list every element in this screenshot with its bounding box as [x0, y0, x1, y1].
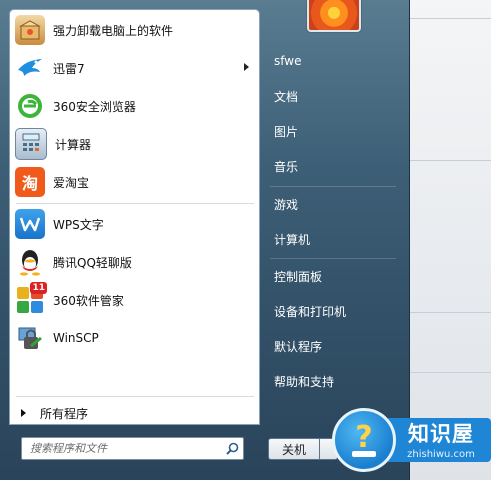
place-music[interactable]: 音乐	[266, 152, 400, 180]
place-label: sfwe	[274, 54, 302, 68]
watermark-question-mark: ?	[355, 420, 372, 455]
expand-arrow-icon	[21, 409, 26, 417]
winscp-icon	[15, 323, 45, 353]
qq-penguin-icon	[15, 247, 45, 277]
shutdown-button[interactable]: 关机	[268, 438, 320, 460]
program-item-xunlei[interactable]: 迅雷7	[13, 50, 257, 86]
place-label: 计算机	[274, 232, 311, 247]
program-label: 爱淘宝	[53, 175, 90, 190]
all-programs-label: 所有程序	[40, 406, 89, 421]
watermark-title: 知识屋	[408, 422, 474, 446]
program-item-qq[interactable]: 腾讯QQ轻聊版	[13, 244, 257, 280]
desktop-line	[410, 312, 491, 313]
uninstaller-box-icon	[15, 15, 45, 45]
search-input[interactable]	[28, 438, 221, 459]
place-label: 文档	[274, 89, 299, 104]
taobao-icon: 淘	[15, 167, 45, 197]
watermark-logo: ? 知识屋 zhishiwu.com	[330, 402, 491, 480]
desktop-line	[410, 160, 491, 161]
program-item-wps-writer[interactable]: WPS文字	[13, 206, 257, 242]
all-programs-button[interactable]: 所有程序	[13, 402, 257, 424]
place-label: 游戏	[274, 197, 299, 212]
xunlei-bird-icon	[15, 53, 45, 83]
divider	[16, 396, 254, 397]
program-label: WinSCP	[53, 331, 99, 345]
divider	[270, 186, 396, 187]
place-default-programs[interactable]: 默认程序	[266, 332, 400, 360]
place-label: 图片	[274, 124, 299, 139]
user-avatar[interactable]	[307, 0, 361, 32]
place-label: 设备和打印机	[274, 304, 347, 319]
program-item-360-software-manager[interactable]: 11 360软件管家	[13, 282, 257, 318]
360-browser-icon	[15, 91, 45, 121]
program-label: 迅雷7	[53, 61, 85, 76]
shutdown-label: 关机	[281, 442, 306, 457]
place-control-panel[interactable]: 控制面板	[266, 262, 400, 290]
place-label: 帮助和支持	[274, 374, 335, 389]
submenu-arrow-icon	[244, 63, 249, 71]
divider	[16, 203, 254, 204]
place-devices-printers[interactable]: 设备和打印机	[266, 297, 400, 325]
program-label: WPS文字	[53, 217, 104, 232]
place-label: 音乐	[274, 159, 299, 174]
place-user-folder[interactable]: sfwe	[266, 47, 400, 75]
calculator-icon	[15, 128, 47, 160]
place-games[interactable]: 游戏	[266, 190, 400, 218]
program-item-taobao[interactable]: 淘 爱淘宝	[13, 164, 257, 200]
place-label: 默认程序	[274, 339, 323, 354]
watermark-subtitle: zhishiwu.com	[407, 449, 475, 460]
program-label: 腾讯QQ轻聊版	[53, 255, 132, 270]
program-label: 强力卸载电脑上的软件	[53, 23, 174, 38]
place-label: 控制面板	[274, 269, 323, 284]
desktop-line	[410, 372, 491, 373]
program-item-winscp[interactable]: WinSCP	[13, 320, 257, 356]
wps-writer-icon	[15, 209, 45, 239]
divider	[270, 258, 396, 259]
place-computer[interactable]: 计算机	[266, 225, 400, 253]
place-help-support[interactable]: 帮助和支持	[266, 367, 400, 395]
update-count-badge: 11	[30, 282, 47, 294]
program-label: 360安全浏览器	[53, 99, 136, 114]
watermark-bubble-icon: ?	[332, 408, 396, 472]
programs-pane: 强力卸载电脑上的软件 迅雷7 360安全浏览器 计算器 淘 爱淘宝 WPS文字 …	[9, 9, 260, 425]
program-label: 360软件管家	[53, 293, 124, 308]
program-item-360-browser[interactable]: 360安全浏览器	[13, 88, 257, 124]
desktop-line	[410, 18, 491, 19]
place-pictures[interactable]: 图片	[266, 117, 400, 145]
place-documents[interactable]: 文档	[266, 82, 400, 110]
program-item-uninstaller[interactable]: 强力卸载电脑上的软件	[13, 12, 257, 48]
search-icon[interactable]	[221, 439, 243, 458]
program-label: 计算器	[55, 137, 92, 152]
program-item-calculator[interactable]: 计算器	[13, 126, 257, 162]
360-software-manager-icon: 11	[15, 282, 47, 315]
search-box[interactable]	[21, 437, 244, 460]
